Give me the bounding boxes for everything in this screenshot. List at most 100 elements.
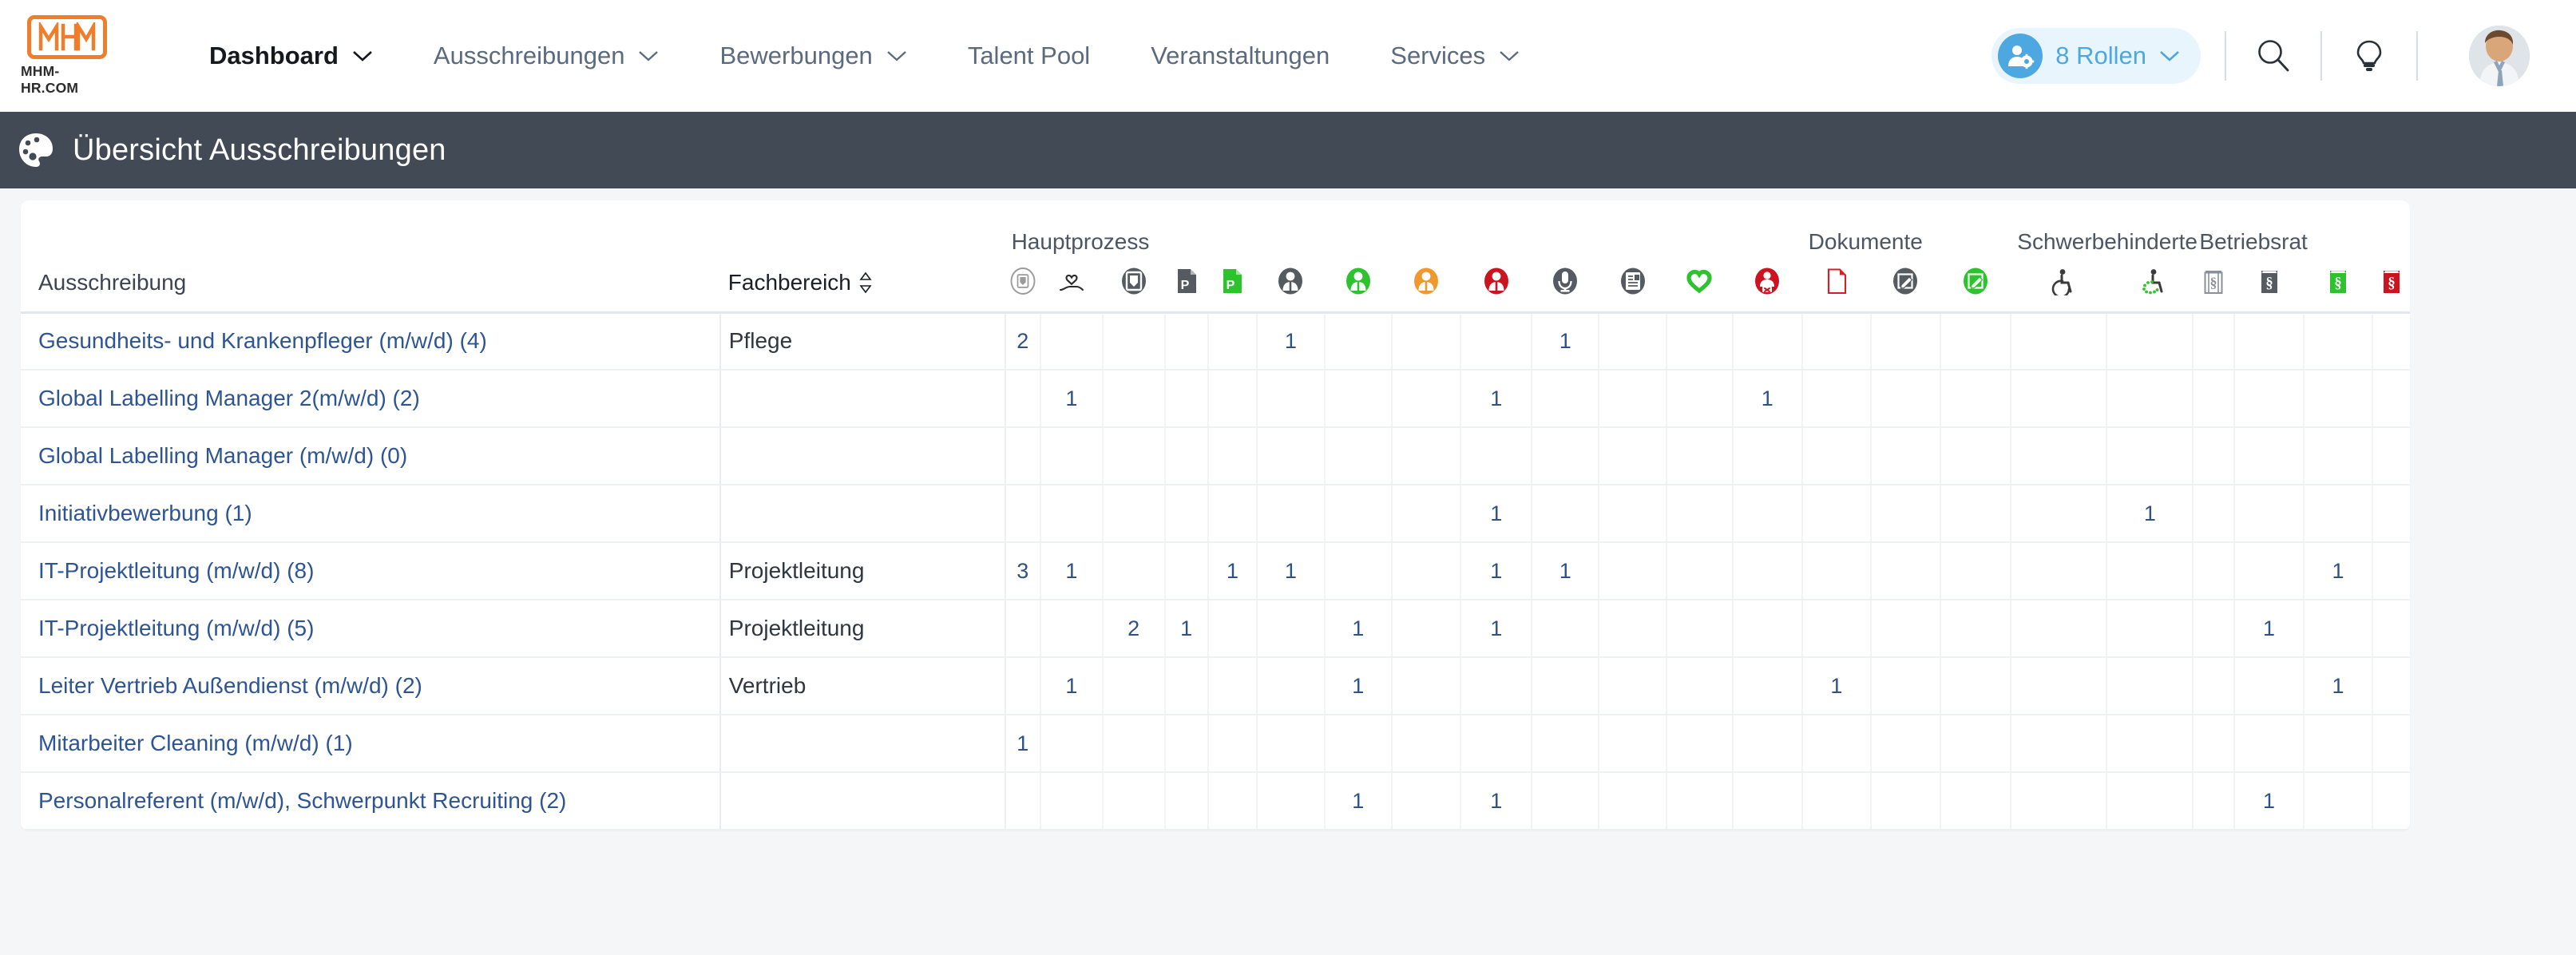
fachbereich-value [719,427,1006,485]
column-header-icon-0[interactable] [1005,255,1040,314]
column-header-icon-18[interactable]: § [2193,255,2235,314]
column-header-icon-2[interactable] [1102,255,1165,314]
logo-mark [27,15,107,59]
count-cell[interactable]: 2 [1005,312,1041,371]
nav-item-services[interactable]: Services [1390,42,1520,70]
nav-item-dashboard[interactable]: Dashboard [209,42,373,70]
content-area: Hauptprozess Dokumente Schwerbehinderte Bet… [0,188,2576,830]
count-cell[interactable]: 1 [1005,715,1041,773]
top-navigation-bar: MHM-HR.COM Dashboard Ausschreibungen Bew… [0,0,2576,112]
count-cell [1801,772,1873,830]
count-cell[interactable]: 1 [2234,600,2305,658]
column-header-icon-10[interactable] [1599,255,1666,314]
column-header-icon-13[interactable] [1801,255,1872,314]
count-cell[interactable]: 1 [2303,542,2374,600]
ausschreibung-link[interactable]: Gesundheits- und Krankenpfleger (m/w/d) … [21,312,721,371]
divider [2320,31,2322,81]
count-cell[interactable]: 2 [1102,600,1166,658]
column-header-icon-7[interactable] [1391,255,1461,314]
count-cell[interactable]: 1 [1040,657,1104,715]
count-cell[interactable]: 1 [1460,370,1533,428]
brand-logo[interactable]: MHM-HR.COM [21,15,113,97]
ausschreibung-link[interactable]: Global Labelling Manager 2(m/w/d) (2) [21,370,721,428]
roles-selector-button[interactable]: 8 Rollen [1991,28,2201,84]
fachbereich-value [719,370,1006,428]
chevron-down-icon [352,50,373,62]
count-value: 1 [1352,673,1365,698]
count-cell[interactable]: 1 [1732,370,1803,428]
ausschreibung-link[interactable]: IT-Projektleitung (m/w/d) (5) [21,600,721,658]
count-cell [1940,600,2012,658]
group-header-label: Betriebsrat [2199,229,2308,254]
count-cell[interactable]: 1 [1040,370,1104,428]
count-cell[interactable]: 1 [2303,657,2374,715]
count-cell[interactable]: 1 [2106,485,2194,543]
column-header-icon-5[interactable] [1257,255,1325,314]
count-cell[interactable]: 1 [1207,542,1258,600]
column-header-icon-19[interactable]: § [2234,255,2304,314]
nav-item-ausschreibungen[interactable]: Ausschreibungen [434,42,660,70]
count-cell [1871,542,1941,600]
ausschreibung-link[interactable]: IT-Projektleitung (m/w/d) (8) [21,542,721,600]
count-value: 1 [1284,558,1297,583]
user-roles-icon [1998,34,2043,78]
column-header-icon-15[interactable] [1940,255,2011,314]
count-cell[interactable]: 1 [1532,312,1600,371]
count-cell[interactable]: 1 [1460,542,1533,600]
count-cell [2106,312,2194,371]
ausschreibung-link[interactable]: Leiter Vertrieb Außendienst (m/w/d) (2) [21,657,721,715]
column-header-icon-14[interactable] [1871,255,1940,314]
count-cell[interactable]: 1 [1324,657,1393,715]
count-cell[interactable]: 1 [1324,772,1393,830]
count-cell[interactable]: 1 [1460,600,1533,658]
count-cell[interactable]: 1 [1532,542,1600,600]
count-cell[interactable]: 1 [1460,772,1533,830]
count-cell [2011,485,2108,543]
count-cell [1532,715,1600,773]
lightbulb-icon[interactable] [2346,33,2392,79]
column-header-icon-12[interactable] [1732,255,1802,314]
count-cell [1801,370,1873,428]
column-header-icon-16[interactable] [2011,255,2107,314]
column-header-icon-21[interactable]: § [2372,255,2410,314]
ausschreibung-link[interactable]: Personalreferent (m/w/d), Schwerpunkt Re… [21,772,721,830]
count-cell [1391,600,1462,658]
count-value: 1 [1065,386,1078,410]
nav-item-talent-pool[interactable]: Talent Pool [968,42,1090,70]
fachbereich-value [719,772,1006,830]
count-cell[interactable]: 1 [1257,312,1326,371]
count-cell [1005,427,1041,485]
column-header-icon-3[interactable]: P [1164,255,1208,314]
count-cell[interactable]: 1 [1801,657,1873,715]
count-cell[interactable]: 1 [1257,542,1326,600]
count-cell [1732,427,1803,485]
nav-item-bewerbungen[interactable]: Bewerbungen [719,42,906,70]
column-header-icon-6[interactable] [1324,255,1392,314]
count-cell[interactable]: 1 [1324,600,1393,658]
column-header-icon-11[interactable] [1666,255,1733,314]
column-header-icon-20[interactable]: § [2303,255,2373,314]
ausschreibung-link[interactable]: Mitarbeiter Cleaning (m/w/d) (1) [21,715,721,773]
column-header-icon-17[interactable] [2106,255,2194,314]
count-cell [1324,542,1393,600]
column-header-icon-1[interactable] [1040,255,1103,314]
count-cell[interactable]: 3 [1005,542,1041,600]
count-cell[interactable]: 1 [1040,542,1104,600]
count-cell [1801,542,1873,600]
ausschreibung-link[interactable]: Initiativbewerbung (1) [21,485,721,543]
count-cell[interactable]: 1 [1460,485,1533,543]
column-header-icon-4[interactable]: P [1207,255,1258,314]
count-cell[interactable]: 1 [1164,600,1209,658]
column-header-fachbereich[interactable]: Fachbereich [719,255,1005,314]
count-cell [2193,485,2236,543]
column-header-icon-9[interactable] [1532,255,1599,314]
count-cell[interactable]: 1 [2234,772,2305,830]
sort-updown-icon[interactable] [858,271,873,295]
user-avatar[interactable] [2469,26,2530,86]
count-cell [2193,312,2236,371]
nav-right-actions: 8 Rollen [1991,26,2530,86]
ausschreibung-link[interactable]: Global Labelling Manager (m/w/d) (0) [21,427,721,485]
nav-item-veranstaltungen[interactable]: Veranstaltungen [1151,42,1330,70]
column-header-icon-8[interactable] [1460,255,1532,314]
search-icon[interactable] [2250,33,2297,79]
